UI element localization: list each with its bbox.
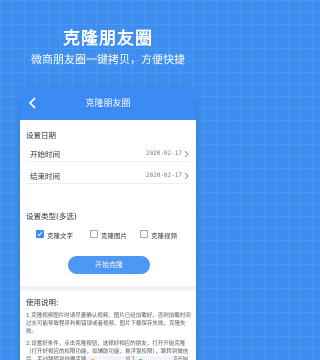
chevron-right-icon — [184, 172, 189, 180]
checkbox-unchecked[interactable] — [140, 230, 148, 238]
end-time-label: 结束时间 — [30, 172, 60, 181]
check-icon — [37, 231, 43, 237]
start-time-value: 2020-02-17 — [145, 150, 182, 157]
option-text[interactable]: 克隆文字 — [36, 229, 84, 241]
start-clone-button[interactable]: 开始克隆 — [68, 256, 150, 274]
section-divider — [20, 286, 196, 291]
type-section-label: 设置类型(多选) — [26, 212, 77, 221]
hero-subtitle: 微商朋友圈一键拷贝，方便快捷 — [31, 53, 185, 66]
checkbox-checked[interactable] — [36, 230, 44, 238]
usage-title: 使用说明: — [26, 298, 59, 307]
phone-mockup: 克隆朋友圈 设置日期 开始时间 2020-02-17 结束时间 2020-02-… — [20, 86, 196, 360]
option-image[interactable]: 克隆图片 — [90, 229, 136, 241]
app-title: 克隆朋友圈 — [85, 99, 131, 109]
chevron-right-icon — [184, 150, 189, 158]
end-time-value: 2020-02-17 — [145, 172, 182, 179]
option-image-label: 克隆图片 — [101, 232, 127, 240]
option-text-label: 克隆文字 — [47, 232, 73, 240]
start-time-row[interactable]: 开始时间 2020-02-17 — [26, 146, 190, 162]
hero-banner: 克隆朋友圈 微商朋友圈一键拷贝，方便快捷 — [0, 0, 216, 80]
checkbox-unchecked[interactable] — [90, 230, 98, 238]
date-section-label: 设置日期 — [26, 131, 56, 140]
thumbnail — [134, 356, 174, 360]
hero-title: 克隆朋友圈 — [63, 29, 153, 49]
app-header: 克隆朋友圈 — [20, 86, 196, 120]
start-time-label: 开始时间 — [30, 150, 60, 159]
end-time-row[interactable]: 结束时间 2020-02-17 — [26, 168, 190, 184]
option-video-label: 克隆视频 — [151, 232, 177, 240]
thumbnail — [86, 356, 126, 360]
option-video[interactable]: 克隆视频 — [140, 229, 188, 241]
example-thumbnails — [26, 356, 192, 360]
usage-paragraph-1: 1.克隆视频图片时请尽量确认视频、图片已经加载好，否则加载时间过长可能导致程序判… — [26, 313, 191, 335]
